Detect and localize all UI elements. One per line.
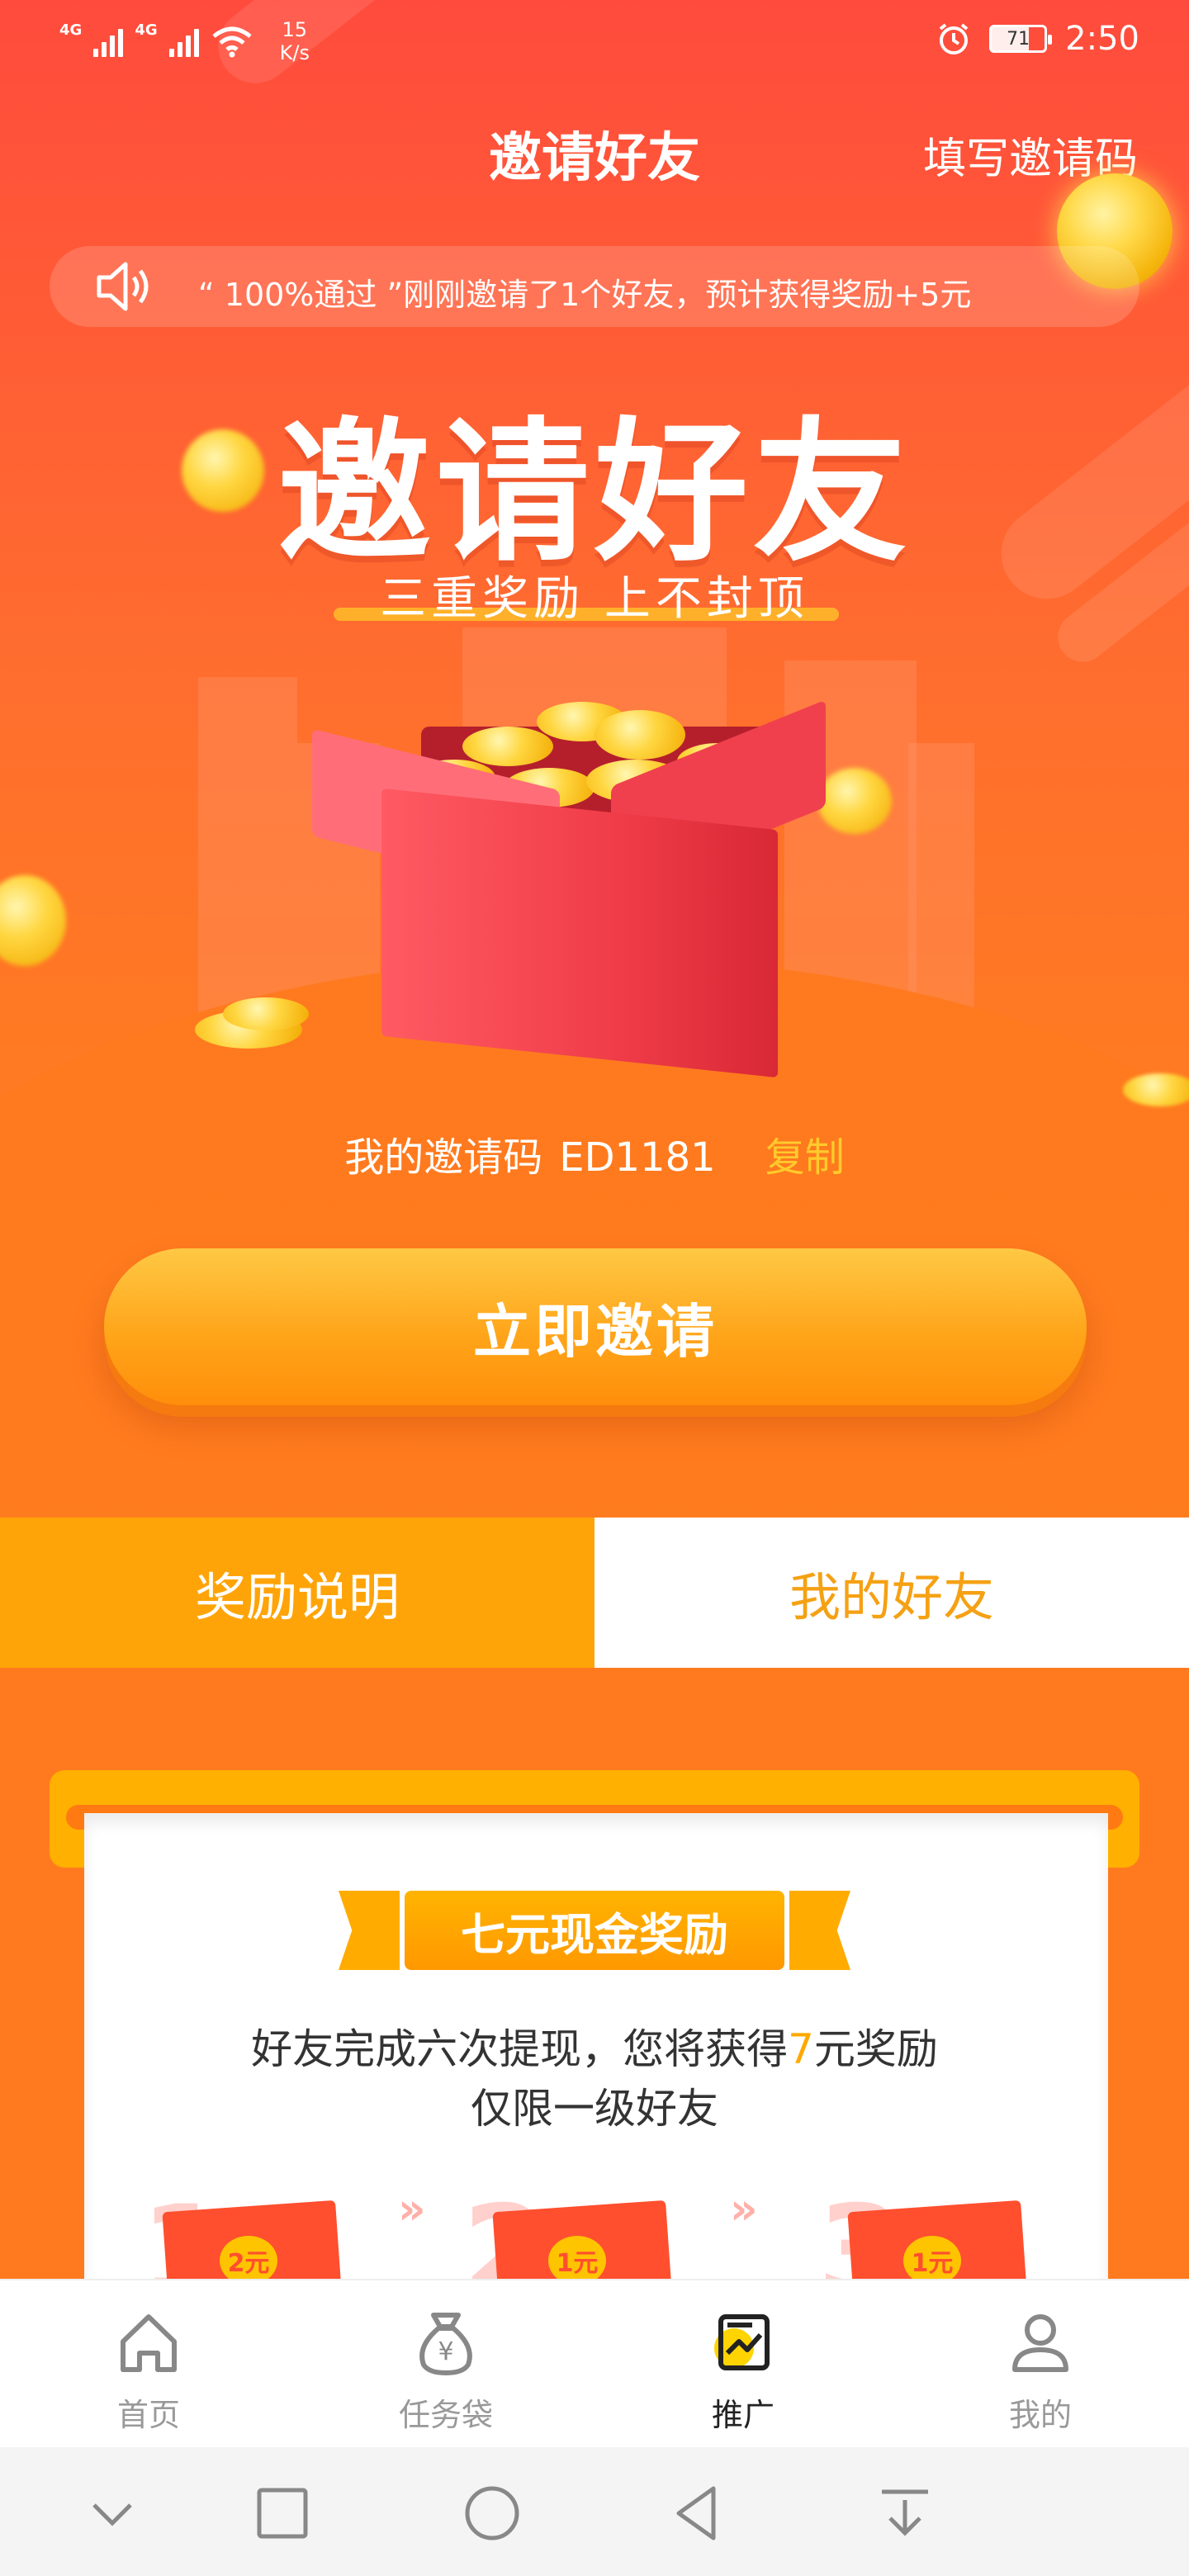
signal-icon (93, 26, 124, 57)
network-type-1: 4G (59, 21, 83, 39)
nav-label-task-bag: 任务袋 (398, 2397, 493, 2433)
status-left: 4G 4G 15 K/s (59, 18, 310, 64)
announcement-text: “ 100%通过 ”刚刚邀请了1个好友，预计获得奖励+5元 (198, 277, 972, 313)
hero-title: 邀请好友 (277, 403, 912, 582)
gold-coin-decoration (223, 997, 309, 1030)
status-bar: 4G 4G 15 K/s 71 2:50 (0, 0, 1189, 91)
reward-description: 好友完成六次提现，您将获得7元奖励 (0, 2016, 1189, 2076)
wifi-icon (212, 26, 252, 58)
money-bag-icon: ¥ (419, 2313, 472, 2376)
reward-amount: 7 (788, 2025, 814, 2073)
nav-item-task-bag[interactable]: ¥ 任务袋 (297, 2280, 594, 2449)
nav-item-promotion[interactable]: 推广 (594, 2280, 892, 2449)
tab-my-friends[interactable]: 我的好友 (594, 1518, 1189, 1668)
notification-pulldown-icon[interactable] (872, 2480, 938, 2546)
step-arrow: » (730, 2185, 758, 2234)
ticket-coin: 2元 (220, 2236, 277, 2285)
svg-text:¥: ¥ (438, 2337, 453, 2366)
step-arrow: » (398, 2185, 426, 2234)
gold-coin-decoration (462, 727, 553, 766)
gold-coin-decoration (182, 429, 264, 512)
copy-button[interactable]: 复制 (765, 1134, 845, 1181)
bottom-navigation: 首页 ¥ 任务袋 推广 我的 (0, 2279, 1189, 2447)
promotion-chart-icon (714, 2314, 770, 2370)
reward-desc-text: 好友完成六次提现，您将获得 (251, 2025, 789, 2073)
invite-code-row: 我的邀请码 ED1181 复制 (0, 1125, 1189, 1182)
home-button-icon[interactable] (459, 2480, 525, 2546)
nav-label-promotion: 推广 (711, 2397, 775, 2433)
network-type-2: 4G (135, 21, 158, 39)
clock: 2:50 (1065, 20, 1139, 58)
battery-icon: 71 (989, 25, 1053, 53)
tab-bar: 奖励说明 我的好友 (0, 1518, 1189, 1691)
back-icon[interactable] (666, 2480, 732, 2546)
home-icon (121, 2314, 177, 2372)
alarm-icon (939, 23, 969, 54)
status-right: 71 2:50 (936, 20, 1139, 58)
invite-now-button[interactable]: 立即邀请 (104, 1248, 1087, 1405)
signal-icon (168, 26, 199, 57)
speed-unit: K/s (279, 41, 310, 64)
ticket-coin: 1元 (548, 2236, 606, 2285)
reward-desc-suffix: 元奖励 (813, 2025, 938, 2073)
speaker-icon (97, 262, 149, 311)
nav-item-mine[interactable]: 我的 (892, 2280, 1189, 2449)
gift-box (381, 788, 778, 1078)
recent-apps-icon[interactable] (249, 2480, 315, 2546)
ticket-coin: 1元 (903, 2236, 961, 2285)
nav-label-mine: 我的 (1008, 2397, 1072, 2433)
gold-coin-decoration (817, 768, 892, 834)
hero-subtitle: 三重奖励 上不封顶 (380, 572, 809, 626)
announcement-marquee: “ 100%通过 ”刚刚邀请了1个好友，预计获得奖励+5元 (50, 246, 1139, 327)
network-speed: 15 K/s (280, 18, 310, 64)
hide-nav-chevron-icon[interactable] (79, 2480, 145, 2546)
user-profile-icon (1012, 2314, 1068, 2372)
reward-limit: 仅限一级好友 (471, 2085, 718, 2133)
tab-reward-description[interactable]: 奖励说明 (0, 1518, 594, 1691)
invite-code-label: 我的邀请码 (344, 1134, 543, 1181)
nav-label-home: 首页 (116, 2397, 180, 2433)
invite-code-value: ED1181 (559, 1134, 716, 1181)
gold-coin-decoration (1123, 1073, 1189, 1106)
speed-value: 15 (282, 18, 308, 41)
reward-title: 七元现金奖励 (405, 1891, 784, 1970)
city-building (198, 677, 297, 1024)
city-building (908, 743, 974, 1024)
gold-coin-decoration (594, 710, 685, 760)
nav-item-home[interactable]: 首页 (0, 2280, 297, 2449)
system-navigation-bar (0, 2447, 1189, 2576)
